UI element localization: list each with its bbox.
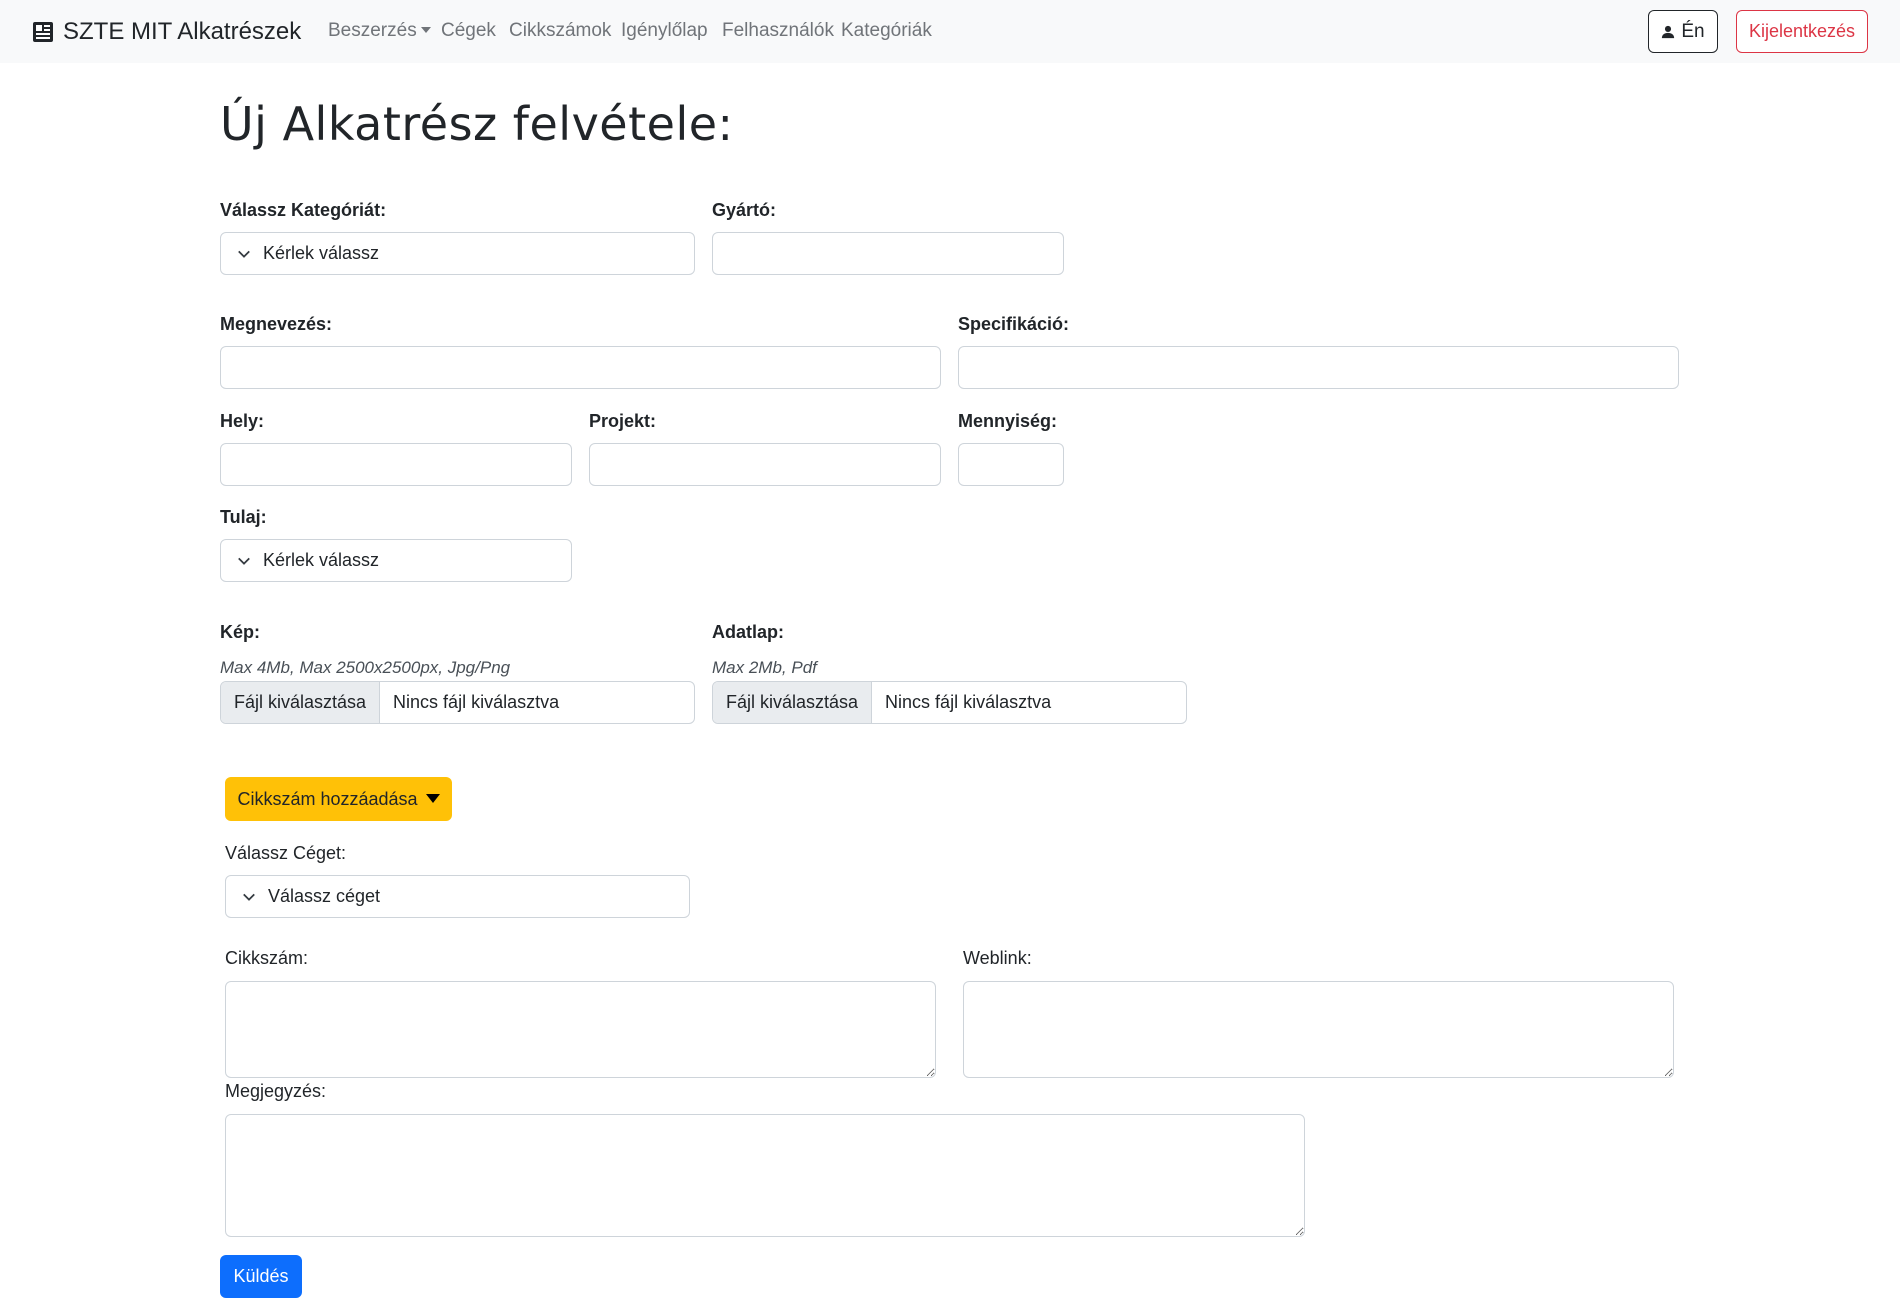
datasheet-file-button[interactable]: Fájl kiválasztása [713,682,873,723]
spec-input[interactable] [958,346,1679,389]
image-file-input[interactable]: Fájl kiválasztása Nincs fájl kiválasztva [220,681,695,724]
location-input[interactable] [220,443,572,486]
weblink-label: Weblink: [963,948,1032,968]
submit-button[interactable]: Küldés [220,1255,302,1298]
brand-link[interactable]: SZTE MIT Alkatrészek [31,16,301,48]
page-title: Új Alkatrész felvétele: [220,97,734,151]
datasheet-file-status: Nincs fájl kiválasztva [885,692,1052,712]
company-label: Válassz Céget: [225,843,347,863]
profile-button[interactable]: Én [1648,10,1718,53]
category-select[interactable]: Kérlek válassz [220,232,695,275]
spec-label: Specifikáció: [958,314,1070,334]
user-icon [1662,25,1675,38]
quantity-label: Mennyiség: [958,411,1058,431]
chevron-down-icon [243,893,255,901]
datasheet-hint: Max 2Mb, Pdf [712,658,817,677]
chevron-down-icon [238,250,250,258]
nav-igenylolap[interactable]: Igénylőlap [621,20,708,42]
name-label: Megnevezés: [220,314,333,334]
image-label: Kép: [220,622,260,642]
nav-cegek[interactable]: Cégek [441,20,496,42]
name-input[interactable] [220,346,941,389]
brand-name: SZTE MIT Alkatrészek [63,18,302,45]
add-article-button[interactable]: Cikkszám hozzáadása [225,777,452,821]
location-label: Hely: [220,411,265,431]
manufacturer-label: Gyártó: [712,200,777,220]
image-file-button[interactable]: Fájl kiválasztása [221,682,381,723]
quantity-input[interactable] [958,443,1064,486]
article-number-textarea[interactable] [225,981,936,1078]
note-label: Megjegyzés: [225,1081,327,1101]
logout-button[interactable]: Kijelentkezés [1736,10,1868,53]
owner-label: Tulaj: [220,507,267,527]
caret-down-icon [425,794,440,803]
add-article-button-label: Cikkszám hozzáadása [237,788,418,809]
chevron-down-icon [238,557,250,565]
weblink-textarea[interactable] [963,981,1674,1078]
category-select-value: Kérlek válassz [263,243,380,263]
project-label: Projekt: [589,411,657,431]
chip-icon [33,22,53,42]
nav-felhasznalok[interactable]: Felhasználók [722,20,834,42]
nav-beszerzes-label: Beszerzés [328,20,417,41]
caret-down-icon [420,27,431,33]
datasheet-file-input[interactable]: Fájl kiválasztása Nincs fájl kiválasztva [712,681,1187,724]
article-number-label: Cikkszám: [225,948,309,968]
nav-cikkszamok[interactable]: Cikkszámok [509,20,611,42]
nav-kategoriak[interactable]: Kategóriák [841,20,932,42]
image-hint: Max 4Mb, Max 2500x2500px, Jpg/Png [220,658,511,677]
owner-select[interactable]: Kérlek válassz [220,539,572,582]
owner-select-value: Kérlek válassz [263,550,380,570]
datasheet-label: Adatlap: [712,622,784,642]
note-textarea[interactable] [225,1114,1305,1237]
nav-beszerzes-dropdown[interactable]: Beszerzés [328,20,431,42]
project-input[interactable] [589,443,941,486]
company-select[interactable]: Válassz céget [225,875,690,918]
image-file-status: Nincs fájl kiválasztva [393,692,560,712]
category-label: Válassz Kategóriát: [220,200,387,220]
company-select-value: Válassz céget [268,886,381,906]
navbar: SZTE MIT Alkatrészek Beszerzés Cégek Cik… [0,0,1900,63]
profile-button-label: Én [1681,20,1705,42]
manufacturer-input[interactable] [712,232,1064,275]
